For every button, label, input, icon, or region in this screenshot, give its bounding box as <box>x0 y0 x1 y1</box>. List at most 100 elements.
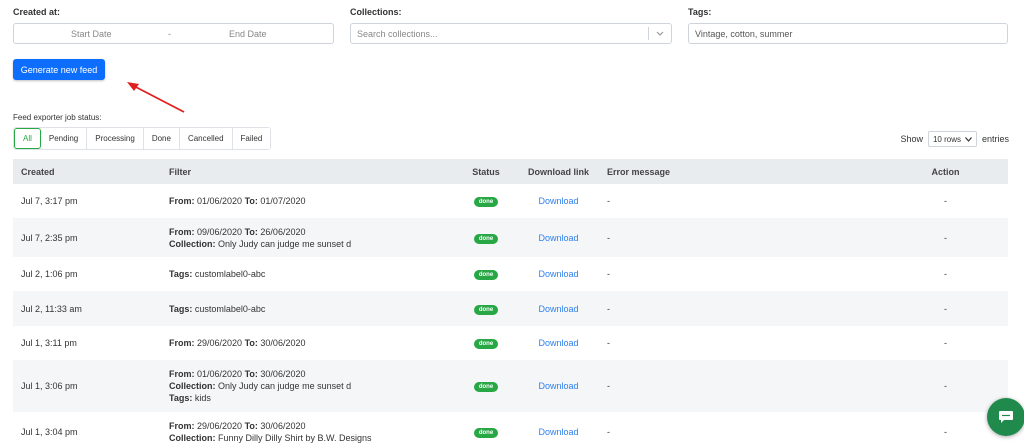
status-cell: done <box>456 426 516 438</box>
filter-cell: From: 01/06/2020 To: 01/07/2020 <box>163 195 456 207</box>
download-link[interactable]: Download <box>538 196 578 206</box>
feed-jobs-table: Created Filter Status Download link Erro… <box>13 159 1008 446</box>
filter-cell: From: 29/06/2020 To: 30/06/2020 <box>163 337 456 349</box>
status-badge: done <box>473 197 499 207</box>
rows-per-page-select[interactable]: 10 rows <box>927 131 977 147</box>
download-link[interactable]: Download <box>538 381 578 391</box>
status-badge: done <box>473 304 499 315</box>
annotation-arrow-icon <box>127 82 185 113</box>
table-row: Jul 1, 3:11 pm From: 29/06/2020 To: 30/0… <box>13 326 1008 360</box>
job-status-label: Feed exporter job status: <box>13 113 102 122</box>
download-link[interactable]: Download <box>538 338 578 348</box>
status-cell: done <box>456 303 516 315</box>
status-badge: done <box>473 382 499 392</box>
table-row: Jul 2, 1:06 pm Tags: customlabel0-abc do… <box>13 257 1008 291</box>
error-cell: - <box>607 196 610 206</box>
download-cell: Download <box>516 427 601 437</box>
action-cell: - <box>944 232 947 243</box>
table-row: Jul 1, 3:06 pm From: 01/06/2020 To: 30/0… <box>13 360 1008 412</box>
from-key: From: <box>169 369 195 379</box>
table-row: Jul 1, 3:04 pm From: 29/06/2020 To: 30/0… <box>13 412 1008 446</box>
collections-label: Collections: <box>350 7 402 17</box>
header-created: Created <box>21 166 55 177</box>
show-label: Show <box>900 134 923 144</box>
collection-value: Funny Dilly Dilly Shirt by B.W. Designs <box>218 433 372 443</box>
tab-done[interactable]: Done <box>143 128 180 149</box>
chevron-down-icon <box>965 136 972 142</box>
status-badge: done <box>473 339 499 349</box>
chat-icon <box>999 411 1013 423</box>
page-size-control: Show 10 rows entries <box>900 131 1009 147</box>
collections-search-input[interactable] <box>357 28 637 39</box>
end-date-field[interactable]: End Date <box>229 29 267 39</box>
status-tabs: All Pending Processing Done Cancelled Fa… <box>13 127 272 150</box>
tags-key: Tags: <box>169 303 193 314</box>
download-link[interactable]: Download <box>538 233 578 243</box>
error-cell: - <box>607 269 610 279</box>
created-cell: Jul 1, 3:04 pm <box>21 427 78 437</box>
collections-select[interactable] <box>350 23 672 44</box>
header-status: Status <box>472 166 500 177</box>
status-badge: done <box>473 428 499 438</box>
from-key: From: <box>169 421 195 431</box>
error-cell: - <box>607 303 610 314</box>
error-cell: - <box>607 232 610 243</box>
table-row: Jul 7, 3:17 pm From: 01/06/2020 To: 01/0… <box>13 184 1008 218</box>
created-at-label: Created at: <box>13 7 61 17</box>
filter-cell: From: 09/06/2020 To: 26/06/2020 Collecti… <box>163 226 456 250</box>
created-cell: Jul 2, 1:06 pm <box>21 269 78 279</box>
error-cell: - <box>607 338 610 348</box>
created-cell: Jul 2, 11:33 am <box>21 303 82 314</box>
tags-value: customlabel0-abc <box>194 303 266 314</box>
generate-feed-button[interactable]: Generate new feed <box>13 59 105 80</box>
download-link[interactable]: Download <box>538 427 578 437</box>
start-date-field[interactable]: Start Date <box>71 29 112 39</box>
to-key: To: <box>244 369 258 379</box>
filter-cell: Tags: customlabel0-abc <box>163 268 456 280</box>
tab-cancelled[interactable]: Cancelled <box>179 128 233 149</box>
tab-pending[interactable]: Pending <box>40 128 88 149</box>
collection-key: Collection: <box>169 433 216 443</box>
created-cell: Jul 7, 3:17 pm <box>21 196 78 206</box>
chevron-down-icon[interactable] <box>654 27 666 40</box>
download-link[interactable]: Download <box>538 304 578 314</box>
filter-cell: Tags: customlabel0-abc <box>163 303 456 315</box>
error-cell: - <box>607 381 610 391</box>
created-cell: Jul 1, 3:06 pm <box>21 381 78 391</box>
collection-value: Only Judy can judge me sunset d <box>218 381 352 391</box>
download-cell: Download <box>516 381 601 391</box>
table-header: Created Filter Status Download link Erro… <box>13 159 1008 184</box>
tab-all[interactable]: All <box>14 128 41 149</box>
tags-field[interactable] <box>688 23 1008 44</box>
filter-cell: From: 29/06/2020 To: 30/06/2020 Collecti… <box>163 420 456 444</box>
tags-input[interactable] <box>695 28 1007 39</box>
from-key: From: <box>169 196 195 206</box>
collection-key: Collection: <box>169 381 216 391</box>
download-link[interactable]: Download <box>538 269 578 279</box>
tab-processing[interactable]: Processing <box>87 128 144 149</box>
status-cell: done <box>456 337 516 349</box>
select-divider <box>648 27 649 40</box>
tab-failed[interactable]: Failed <box>232 128 271 149</box>
header-action: Action <box>931 166 960 177</box>
to-value: 30/06/2020 <box>260 369 306 379</box>
status-cell: done <box>456 268 516 280</box>
from-key: From: <box>169 226 195 237</box>
rows-per-page-value: 10 rows <box>932 134 961 144</box>
to-key: To: <box>244 226 258 237</box>
status-cell: done <box>456 195 516 207</box>
created-cell: Jul 7, 2:35 pm <box>21 232 78 243</box>
collection-key: Collection: <box>169 238 216 249</box>
download-cell: Download <box>516 304 601 314</box>
entries-label: entries <box>981 134 1009 144</box>
status-cell: done <box>456 232 516 244</box>
download-cell: Download <box>516 338 601 348</box>
chat-button[interactable] <box>987 398 1024 436</box>
download-cell: Download <box>516 269 601 279</box>
status-badge: done <box>473 233 499 244</box>
from-value: 29/06/2020 <box>197 338 243 348</box>
date-range-input[interactable]: Start Date - End Date <box>13 23 334 44</box>
header-download-link: Download link <box>527 166 589 177</box>
action-cell: - <box>944 381 947 391</box>
error-cell: - <box>607 427 610 437</box>
